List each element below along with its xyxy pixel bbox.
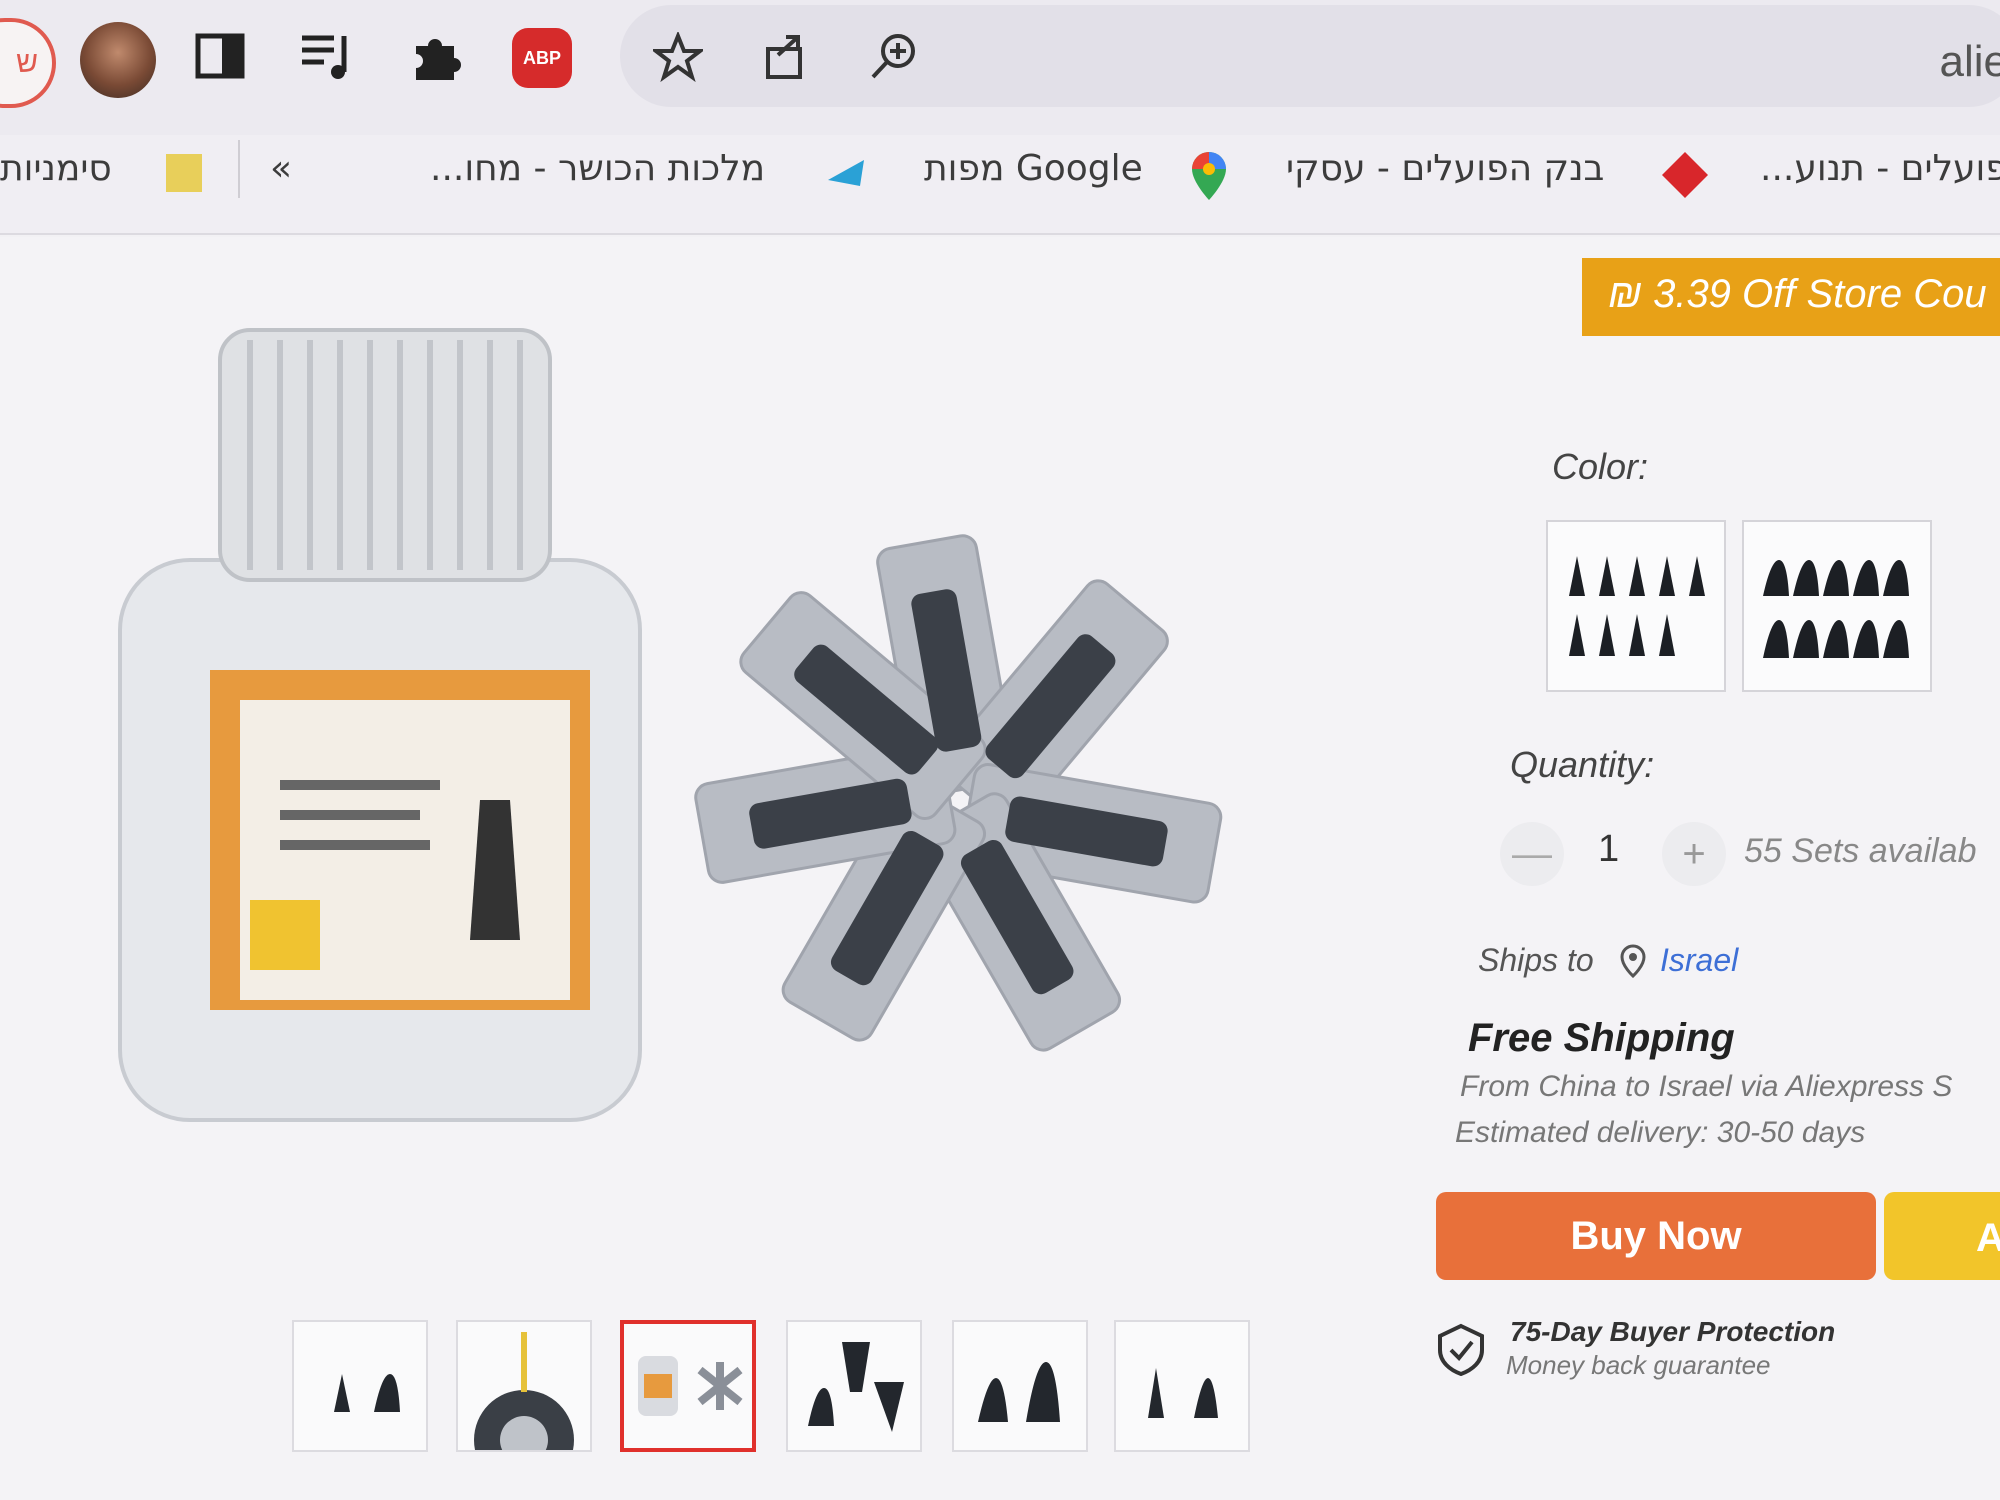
color-label: Color: [1552, 446, 1649, 487]
address-bar[interactable]: aliex [620, 5, 2000, 107]
nail-tubes-image [694, 534, 1223, 1052]
extensions-puzzle-icon[interactable] [398, 18, 474, 94]
add-to-cart-button[interactable]: A [1884, 1192, 2000, 1280]
thumbnail-2[interactable] [456, 1320, 592, 1490]
ships-to-location-link[interactable]: Israel [1660, 942, 1738, 979]
thumbnail-image [1148, 1368, 1218, 1418]
bookmark-item-google-maps[interactable]: Google מפות [924, 148, 1143, 198]
thumbnail-image [334, 1374, 400, 1412]
shield-check-icon [1438, 1323, 1484, 1376]
reading-list-icon[interactable] [290, 18, 366, 94]
bookmark-all-bookmarks[interactable]: סימניות [0, 148, 112, 198]
bottle-image [118, 328, 642, 1122]
url-text[interactable]: aliex [1940, 37, 2000, 87]
location-pin-icon [1620, 944, 1646, 978]
bookmark-item-bank-movements[interactable]: פועלים - תנוע... [1760, 148, 2000, 198]
estimated-delivery-text: Estimated delivery: 30-50 days [1455, 1116, 1866, 1149]
thumbnail-3-active[interactable] [620, 1320, 756, 1452]
availability-text: 55 Sets availab [1744, 832, 1977, 870]
browser-screen: ש ABP aliex סימניות [0, 0, 2000, 1500]
color-swatch-2[interactable] [1742, 520, 1932, 692]
nail-swatch-image [1569, 556, 1705, 656]
shipping-route-text: From China to Israel via Aliexpress S [1460, 1070, 1953, 1103]
quantity-label: Quantity: [1510, 744, 1655, 785]
thumbnail-image [474, 1332, 574, 1490]
thumbnail-6[interactable] [1114, 1320, 1250, 1452]
star-bookmark-icon[interactable] [648, 27, 708, 87]
zoom-icon[interactable] [864, 27, 924, 87]
quantity-increase-button[interactable]: + [1662, 822, 1726, 886]
adblock-icon[interactable]: ABP [512, 28, 572, 88]
folder-icon [162, 150, 208, 196]
maps-pin-icon [1186, 150, 1232, 200]
buy-now-button[interactable]: Buy Now [1436, 1192, 1876, 1280]
thumbnail-4[interactable] [786, 1320, 922, 1452]
color-swatch-1[interactable] [1546, 520, 1726, 692]
bookmark-divider [238, 140, 240, 198]
free-shipping-title: Free Shipping [1468, 1016, 1735, 1060]
share-icon[interactable] [754, 27, 814, 87]
browser-toolbar: ש ABP aliex [0, 0, 2000, 135]
ships-to-label: Ships to [1478, 942, 1594, 978]
store-coupon-badge[interactable]: ₪ 3.39 Off Store Cou [1582, 258, 2000, 336]
quantity-decrease-button[interactable]: — [1500, 822, 1564, 886]
bird-icon [824, 150, 870, 196]
sidebar-icon[interactable] [182, 18, 258, 94]
profile-button[interactable]: ש [0, 18, 56, 108]
adblock-label: ABP [522, 47, 561, 68]
profile-letter: ש [16, 46, 38, 79]
bookmark-overflow-button[interactable]: » [270, 148, 292, 198]
buyer-protection-title: 75-Day Buyer Protection [1510, 1316, 1836, 1347]
thumbnail-1[interactable] [292, 1320, 428, 1452]
thumbnail-image [638, 1356, 743, 1416]
bank-diamond-icon [1660, 150, 1708, 198]
thumbnail-5[interactable] [952, 1320, 1088, 1452]
thumbnail-image [978, 1362, 1060, 1422]
buyer-protection-subtitle: Money back guarantee [1506, 1350, 1771, 1380]
thumbnail-image [808, 1342, 904, 1432]
bookmark-item-bank-business[interactable]: בנק הפועלים - עסקי [1286, 148, 1604, 198]
quantity-value[interactable]: 1 [1598, 828, 1619, 871]
product-main-image[interactable] [100, 320, 1360, 1220]
avatar-icon[interactable] [80, 22, 156, 98]
nail-swatch-image [1763, 560, 1909, 658]
bookmark-item-fitness[interactable]: מלכות הכושר - מחו... [430, 148, 765, 198]
